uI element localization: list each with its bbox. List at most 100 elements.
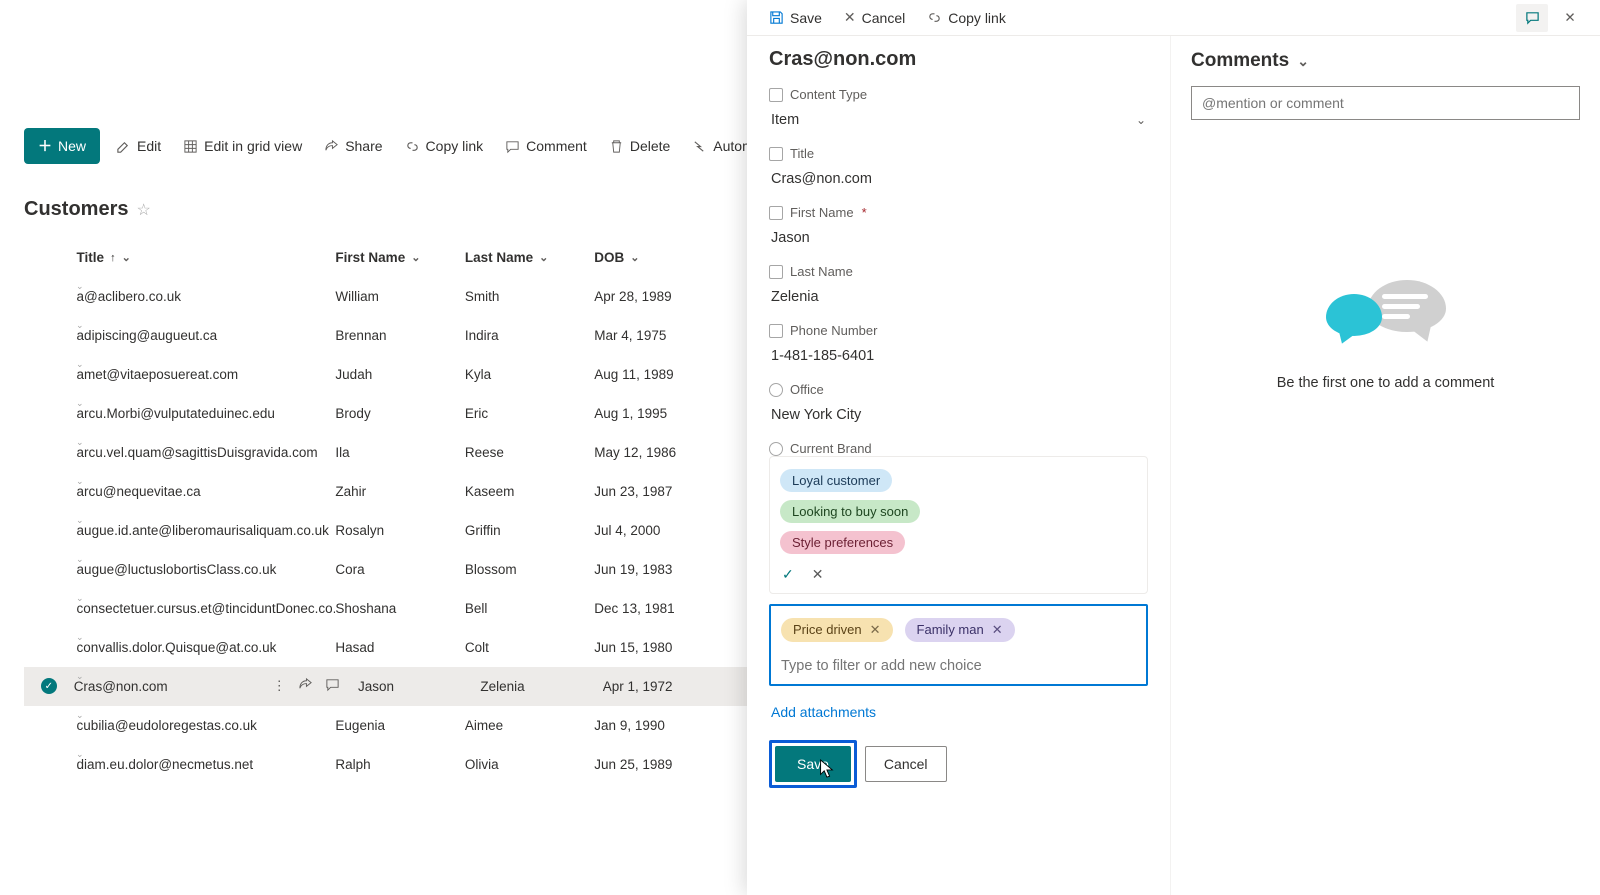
panel-cancel-button[interactable]: ✕Cancel — [836, 3, 913, 32]
chevron-down-icon: ⌄ — [1297, 53, 1309, 70]
table-row[interactable]: ⌄diam.eu.dolor@necmetus.netRalphOliviaJu… — [24, 745, 750, 784]
table-row[interactable]: ⌄Cras@non.com⋮JasonZeleniaApr 1, 1972 — [24, 667, 750, 706]
table-row[interactable]: ⌄amet@vitaeposuereat.comJudahKylaAug 11,… — [24, 355, 750, 394]
cell-title[interactable]: augue@luctuslobortisClass.co.uk — [77, 562, 336, 577]
text-field-icon — [769, 265, 783, 279]
chevron-down-icon: ⌄ — [630, 251, 639, 264]
comment-icon — [505, 139, 520, 154]
column-dob[interactable]: DOB⌄ — [594, 250, 750, 265]
cell-last-name: Aimee — [465, 718, 594, 733]
cell-title[interactable]: adipiscing@augueut.ca — [77, 328, 336, 343]
cell-title[interactable]: arcu.Morbi@vulputateduinec.edu — [77, 406, 336, 421]
link-icon — [405, 139, 420, 154]
cell-title[interactable]: arcu.vel.quam@sagittisDuisgravida.com — [77, 445, 336, 460]
table-row[interactable]: ⌄arcu.Morbi@vulputateduinec.eduBrodyEric… — [24, 394, 750, 433]
new-item-button[interactable]: ＋New — [24, 128, 100, 164]
table-row[interactable]: ⌄adipiscing@augueut.caBrennanIndiraMar 4… — [24, 316, 750, 355]
tag-filter-input[interactable] — [779, 654, 1138, 678]
table-row[interactable]: ⌄arcu@nequevitae.caZahirKaseemJun 23, 19… — [24, 472, 750, 511]
cell-title[interactable]: consectetuer.cursus.et@tinciduntDonec.co… — [77, 601, 336, 616]
field-title: Title Cras@non.com — [769, 146, 1148, 191]
row-marker-icon: ⌄ — [76, 710, 82, 716]
office-input[interactable]: New York City — [769, 403, 1148, 427]
content-type-select[interactable]: Item⌄ — [769, 108, 1148, 132]
tag-option-soon[interactable]: Looking to buy soon — [780, 500, 920, 523]
text-field-icon — [769, 324, 783, 338]
cell-first-name: Jason — [358, 679, 480, 694]
row-marker-icon: ⌄ — [76, 398, 82, 404]
close-icon: ✕ — [844, 9, 856, 26]
comment-input[interactable] — [1191, 86, 1580, 120]
cell-dob: Jun 19, 1983 — [594, 562, 750, 577]
field-current-brand: Current Brand — [769, 441, 1148, 456]
field-type-icon — [769, 88, 783, 102]
column-title[interactable]: Title↑⌄ — [77, 250, 336, 265]
remove-tag-icon[interactable]: ✕ — [992, 622, 1003, 637]
cell-title[interactable]: amet@vitaeposuereat.com — [77, 367, 336, 382]
favorite-star-icon[interactable]: ☆ — [136, 200, 150, 220]
empty-comments-text: Be the first one to add a comment — [1191, 375, 1580, 391]
chevron-down-icon: ⌄ — [122, 251, 131, 264]
save-button[interactable]: Save — [775, 746, 851, 782]
cell-title[interactable]: diam.eu.dolor@necmetus.net — [77, 757, 336, 772]
new-label: New — [58, 138, 86, 154]
flow-icon — [692, 139, 707, 154]
selected-tag-price[interactable]: Price driven✕ — [781, 618, 893, 642]
column-first-name[interactable]: First Name⌄ — [335, 250, 464, 265]
table-row[interactable]: ⌄convallis.dolor.Quisque@at.co.ukHasadCo… — [24, 628, 750, 667]
pencil-icon — [116, 139, 131, 154]
table-row[interactable]: ⌄a@aclibero.co.ukWilliamSmithApr 28, 198… — [24, 277, 750, 316]
tag-input[interactable]: Price driven✕ Family man✕ — [769, 604, 1148, 686]
cell-dob: Jun 25, 1989 — [594, 757, 750, 772]
cell-title[interactable]: cubilia@eudoloregestas.co.uk — [77, 718, 336, 733]
cell-first-name: Brennan — [335, 328, 464, 343]
tag-option-loyal[interactable]: Loyal customer — [780, 469, 892, 492]
panel-save-button[interactable]: Save — [761, 4, 830, 32]
panel-copy-link-button[interactable]: Copy link — [919, 4, 1014, 32]
cell-last-name: Indira — [465, 328, 594, 343]
edit-grid-button[interactable]: Edit in grid view — [177, 130, 308, 162]
empty-comments-state: Be the first one to add a comment — [1191, 280, 1580, 391]
row-comment-icon[interactable] — [325, 677, 340, 695]
title-input[interactable]: Cras@non.com — [769, 167, 1148, 191]
close-panel-button[interactable]: ✕ — [1554, 4, 1586, 32]
delete-button[interactable]: Delete — [603, 130, 676, 162]
table-header-row: Title↑⌄ First Name⌄ Last Name⌄ DOB⌄ — [24, 242, 750, 277]
cell-dob: May 12, 1986 — [594, 445, 750, 460]
cancel-button[interactable]: Cancel — [865, 746, 947, 782]
row-marker-icon: ⌄ — [76, 749, 82, 755]
phone-input[interactable]: 1-481-185-6401 — [769, 344, 1148, 368]
cell-first-name: William — [335, 289, 464, 304]
table-row[interactable]: ⌄consectetuer.cursus.et@tinciduntDonec.c… — [24, 589, 750, 628]
list-title: Customers — [24, 198, 128, 221]
cell-title[interactable]: a@aclibero.co.uk — [77, 289, 336, 304]
table-row[interactable]: ⌄cubilia@eudoloregestas.co.ukEugeniaAime… — [24, 706, 750, 745]
cell-last-name: Eric — [465, 406, 594, 421]
comment-button[interactable]: Comment — [499, 130, 593, 162]
cell-first-name: Rosalyn — [335, 523, 464, 538]
cell-last-name: Kaseem — [465, 484, 594, 499]
table-row[interactable]: ⌄augue@luctuslobortisClass.co.ukCoraBlos… — [24, 550, 750, 589]
column-last-name[interactable]: Last Name⌄ — [465, 250, 594, 265]
confirm-tags-button[interactable]: ✓ — [782, 566, 794, 583]
cell-title[interactable]: augue.id.ante@liberomaurisaliquam.co.uk — [77, 523, 336, 538]
first-name-input[interactable]: Jason — [769, 226, 1148, 250]
table-row[interactable]: ⌄arcu.vel.quam@sagittisDuisgravida.comIl… — [24, 433, 750, 472]
tag-option-style[interactable]: Style preferences — [780, 531, 905, 554]
copy-link-button[interactable]: Copy link — [399, 130, 490, 162]
selected-tag-family[interactable]: Family man✕ — [905, 618, 1015, 642]
cell-first-name: Hasad — [335, 640, 464, 655]
row-more-icon[interactable]: ⋮ — [272, 678, 286, 694]
row-share-icon[interactable] — [298, 677, 313, 695]
toggle-comments-button[interactable] — [1516, 4, 1548, 32]
edit-button[interactable]: Edit — [110, 130, 167, 162]
cell-title[interactable]: arcu@nequevitae.ca — [77, 484, 336, 499]
add-attachments-link[interactable]: Add attachments — [769, 700, 878, 724]
last-name-input[interactable]: Zelenia — [769, 285, 1148, 309]
table-row[interactable]: ⌄augue.id.ante@liberomaurisaliquam.co.uk… — [24, 511, 750, 550]
cell-title[interactable]: convallis.dolor.Quisque@at.co.uk — [77, 640, 336, 655]
share-button[interactable]: Share — [318, 130, 388, 162]
comments-heading[interactable]: Comments⌄ — [1191, 50, 1580, 72]
remove-tag-icon[interactable]: ✕ — [870, 622, 881, 637]
cancel-tags-button[interactable]: ✕ — [812, 566, 824, 583]
